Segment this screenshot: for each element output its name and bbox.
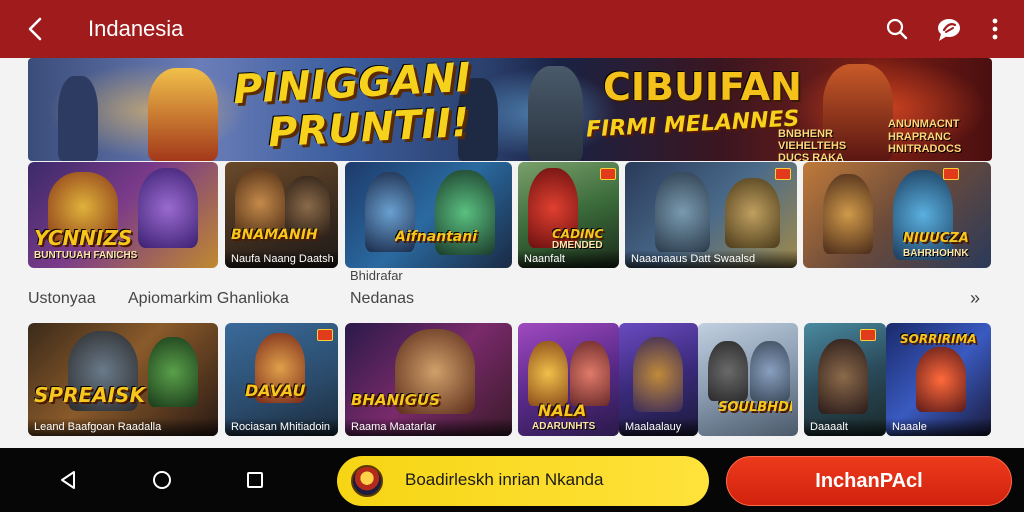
hero-title-line2: PRUNTII!	[266, 99, 471, 157]
tile-logo: SOULBHDE	[718, 401, 792, 415]
tile-logo: BNAMANIH	[231, 228, 318, 243]
tile-character	[893, 170, 953, 260]
tile-character	[708, 341, 748, 401]
hero-banner[interactable]: PINIGGANI PRUNTII! CIBUIFAN FIRMI MELANN…	[28, 58, 992, 161]
tile-character	[818, 339, 868, 414]
back-button[interactable]	[22, 14, 48, 44]
game-tile[interactable]: SORRIRIMA Naaale	[886, 323, 991, 436]
tile-character	[528, 341, 568, 406]
see-more-arrow-icon[interactable]: »	[970, 288, 980, 309]
game-tile[interactable]: Naaanaaus Datt Swaalsd	[625, 162, 797, 268]
nav-recents-button[interactable]	[239, 464, 271, 496]
app-bar: Indanesia	[0, 0, 1024, 58]
tile-logo: YCNNIZS	[34, 228, 133, 249]
game-tile[interactable]: SPREAISK Leand Baafgoan Raadalla	[28, 323, 218, 436]
hero-small-text-right: ANUNMACNT HRAPRANC HNITRADOCS	[888, 118, 962, 156]
tile-character	[655, 172, 710, 252]
game-tile[interactable]: DAVAU Rociasan Mhitiadoin	[225, 323, 338, 436]
hero-right-title: CIBUIFAN	[603, 65, 802, 109]
tile-caption: Naanfalt	[518, 250, 619, 268]
tile-logo: DAVAU	[245, 383, 306, 400]
game-tile[interactable]: Daaaalt	[804, 323, 886, 436]
chat-button[interactable]	[934, 14, 964, 44]
tile-character	[916, 347, 966, 412]
tile-caption: Naaale	[886, 418, 991, 436]
promo-avatar	[351, 465, 383, 497]
game-tile[interactable]: Maalaalauy	[619, 323, 698, 436]
tile-caption: Naaanaaus Datt Swaalsd	[625, 250, 797, 268]
game-tile[interactable]: BHANIGUS Raama Maatarlar	[345, 323, 512, 436]
game-tile[interactable]: CADINC DMENDED Naanfalt	[518, 162, 619, 268]
game-tile[interactable]: SOULBHDE	[698, 323, 798, 436]
triangle-back-icon	[61, 471, 75, 489]
tile-badge	[317, 329, 333, 341]
promo-banner[interactable]: Boadirleskh inrian Nkanda	[337, 456, 709, 506]
hero-character	[58, 76, 98, 161]
tile-badge	[600, 168, 616, 180]
tile-character	[823, 174, 873, 254]
tile-logo: Aifnantani	[395, 230, 478, 245]
chevron-left-icon	[28, 17, 42, 41]
tile-badge	[860, 329, 876, 341]
tile-character	[285, 176, 330, 236]
game-tile[interactable]: YCNNIZS BUNTUUAH FANICHS	[28, 162, 218, 268]
game-tile[interactable]: NIUUCZA BAHRHOHNK	[803, 162, 991, 268]
square-recents-icon	[247, 472, 263, 488]
tile-character	[725, 178, 780, 248]
tile-character	[750, 341, 790, 401]
nav-home-button[interactable]	[146, 464, 178, 496]
tile-caption: Daaaalt	[804, 418, 886, 436]
game-tile[interactable]: Aifnantani	[345, 162, 512, 268]
tile-caption: Raama Maatarlar	[345, 418, 512, 436]
tile-subtitle: BAHRHOHNK	[903, 248, 969, 259]
more-menu-button[interactable]	[980, 14, 1010, 44]
tile-logo: SORRIRIMA	[900, 333, 977, 346]
tile-caption: Leand Baafgoan Raadalla	[28, 418, 218, 436]
page-title: Indanesia	[88, 16, 184, 41]
circle-home-icon	[153, 471, 171, 489]
tile-character	[570, 341, 610, 406]
search-icon	[886, 18, 908, 40]
tile-logo: NALA	[538, 403, 587, 420]
game-tile[interactable]: NALA ADARUNHTS	[518, 323, 619, 436]
game-tile[interactable]: BNAMANIH Naufa Naang Daatsh	[225, 162, 338, 268]
section-label[interactable]: Apiomarkim Ghanlioka	[128, 290, 289, 308]
section-label[interactable]: Ustonyaa	[28, 290, 96, 308]
tile-logo: BHANIGUS	[351, 393, 441, 409]
section-label[interactable]: Nedanas	[350, 290, 414, 308]
chat-bubble-icon	[938, 19, 960, 41]
tile-subtitle: BUNTUUAH FANICHS	[34, 250, 138, 261]
hero-character	[528, 66, 583, 161]
tile-logo: CADINC	[552, 228, 604, 241]
tile-subtitle: ADARUNHTS	[532, 421, 596, 432]
tile-badge	[943, 168, 959, 180]
tile-caption: Maalaalauy	[619, 418, 698, 436]
hero-small-text-left: BNBHENR VIEHELTEHS DUCS RAKA	[778, 128, 847, 161]
promo-text: Boadirleskh inrian Nkanda	[405, 470, 604, 489]
nav-back-button[interactable]	[52, 464, 84, 496]
more-vertical-icon	[992, 18, 998, 40]
tile-caption: Naufa Naang Daatsh	[225, 250, 338, 268]
section-label-small: Bhidrafar	[350, 268, 403, 283]
tile-badge	[775, 168, 791, 180]
tile-character	[633, 337, 683, 412]
tile-caption: Rociasan Mhitiadoin	[225, 418, 338, 436]
search-button[interactable]	[882, 14, 912, 44]
tile-logo: NIUUCZA	[903, 232, 969, 246]
tile-logo: SPREAISK	[34, 385, 145, 406]
cta-button[interactable]: InchanPAcl	[726, 456, 1012, 506]
hero-character	[148, 68, 218, 161]
